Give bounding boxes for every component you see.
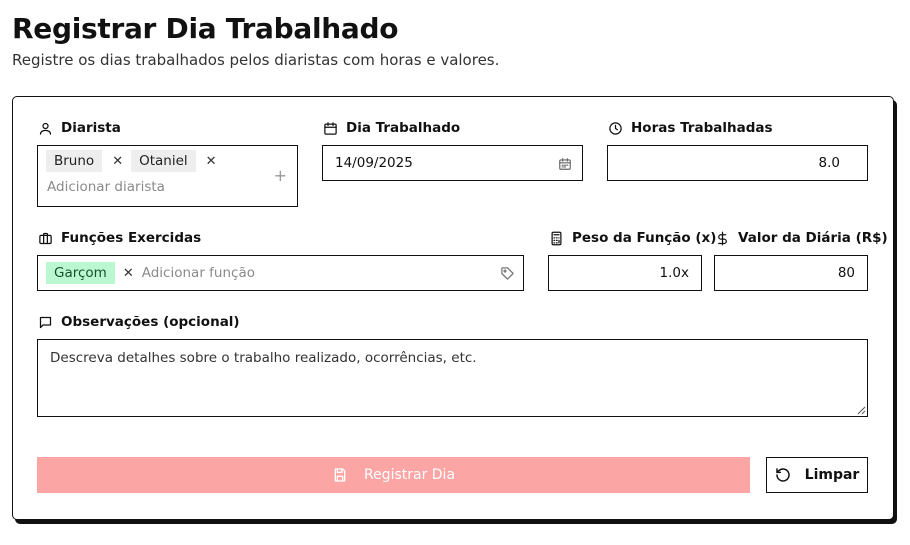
- horas-value: 8.0: [818, 155, 840, 171]
- diarista-chip: Otaniel: [131, 150, 196, 172]
- reset-icon: [775, 468, 790, 482]
- funcao-chip: Garçom: [46, 262, 115, 284]
- valor-label: Valor da Diária (R$): [714, 230, 888, 246]
- diarista-multiselect[interactable]: Bruno ✕ Otaniel ✕ Adicionar diarista +: [37, 145, 298, 207]
- calendar-picker-icon[interactable]: [558, 156, 572, 170]
- calendar-icon: [322, 120, 338, 136]
- horas-label: Horas Trabalhadas: [607, 120, 773, 136]
- valor-value: 80: [837, 265, 855, 281]
- page-subtitle: Registre os dias trabalhados pelos diari…: [12, 51, 500, 69]
- date-input[interactable]: 14/09/2025: [322, 145, 583, 181]
- dollar-icon: [714, 230, 730, 246]
- horas-input[interactable]: 8.0: [607, 145, 868, 181]
- peso-input[interactable]: 1.0x: [548, 255, 702, 291]
- user-icon: [37, 120, 53, 136]
- observacoes-placeholder: Descreva detalhes sobre o trabalho reali…: [50, 350, 477, 366]
- resize-handle-icon[interactable]: [857, 406, 866, 415]
- page-title: Registrar Dia Trabalhado: [12, 12, 399, 45]
- date-value: 14/09/2025: [335, 155, 413, 171]
- observacoes-label: Observações (opcional): [37, 314, 240, 330]
- funcoes-multiselect[interactable]: Garçom ✕ Adicionar função: [37, 255, 524, 291]
- peso-label: Peso da Função (x): [548, 230, 716, 246]
- tag-icon: [500, 266, 515, 281]
- registrar-dia-label: Registrar Dia: [363, 467, 456, 483]
- diarista-label: Diarista: [37, 120, 121, 136]
- remove-chip-icon[interactable]: ✕: [112, 154, 123, 169]
- registrar-dia-button[interactable]: Registrar Dia: [37, 457, 750, 493]
- peso-value: 1.0x: [659, 265, 689, 281]
- save-icon: [334, 468, 346, 482]
- calculator-icon: [548, 230, 564, 246]
- limpar-button[interactable]: Limpar: [766, 457, 868, 493]
- valor-input[interactable]: 80: [714, 255, 868, 291]
- observacoes-textarea[interactable]: Descreva detalhes sobre o trabalho reali…: [37, 339, 868, 417]
- dia-label: Dia Trabalhado: [322, 120, 460, 136]
- message-icon: [37, 314, 53, 330]
- diarista-input[interactable]: Adicionar diarista: [47, 179, 165, 195]
- limpar-label: Limpar: [804, 467, 860, 483]
- funcao-input[interactable]: Adicionar função: [142, 265, 255, 281]
- diarista-chip: Bruno: [46, 150, 103, 172]
- add-icon[interactable]: +: [274, 166, 287, 185]
- remove-chip-icon[interactable]: ✕: [123, 266, 134, 281]
- briefcase-icon: [37, 230, 53, 246]
- remove-chip-icon[interactable]: ✕: [206, 154, 217, 169]
- funcoes-label: Funções Exercidas: [37, 230, 201, 246]
- clock-icon: [607, 120, 623, 136]
